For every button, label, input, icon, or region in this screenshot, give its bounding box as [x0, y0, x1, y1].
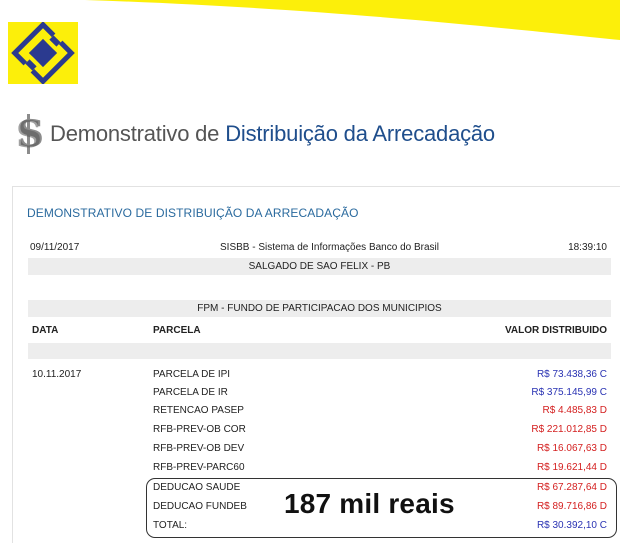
- row-label: PARCELA DE IPI: [153, 369, 231, 380]
- report-time: 18:39:10: [568, 242, 607, 253]
- row-value: R$ 375.145,99 C: [531, 387, 607, 398]
- row-value: R$ 16.067,63 D: [536, 443, 607, 454]
- row-label: RFB-PREV-OB COR: [153, 424, 246, 435]
- header-banner: [0, 0, 620, 88]
- row-label: RETENCAO PASEP: [153, 405, 244, 416]
- row-value: R$ 4.485,83 D: [542, 405, 608, 416]
- table-header: DATA PARCELA VALOR DISTRIBUIDO: [28, 325, 611, 339]
- table-row: RETENCAO PASEP R$ 4.485,83 D: [28, 405, 611, 419]
- table-row: 10.11.2017 PARCELA DE IPI R$ 73.438,36 C: [28, 369, 611, 383]
- column-header-parcela: PARCELA: [153, 325, 201, 336]
- annotation-text: 187 mil reais: [284, 488, 455, 519]
- municipality-name: SALGADO DE SAO FELIX - PB: [248, 261, 391, 272]
- page-heading: S S Demonstrativo de Distribuição da Arr…: [14, 112, 495, 156]
- fund-name: FPM - FUNDO DE PARTICIPACAO DOS MUNICIPI…: [197, 303, 442, 314]
- row-label: RFB-PREV-PARC60: [153, 462, 245, 473]
- table-row: RFB-PREV-OB COR R$ 221.012,85 D: [28, 424, 611, 438]
- report-system: SISBB - Sistema de Informações Banco do …: [220, 242, 439, 253]
- row-value: R$ 19.621,44 D: [536, 462, 607, 473]
- fund-row: FPM - FUNDO DE PARTICIPACAO DOS MUNICIPI…: [28, 300, 611, 317]
- municipality-row: SALGADO DE SAO FELIX - PB: [28, 258, 611, 275]
- row-label: RFB-PREV-OB DEV: [153, 443, 245, 454]
- page-title-prefix: Demonstrativo de: [50, 121, 220, 146]
- table-row: PARCELA DE IR R$ 375.145,99 C: [28, 387, 611, 401]
- report-meta-row: 09/11/2017 SISBB - Sistema de Informaçõe…: [28, 242, 611, 255]
- page-title: Distribuição da Arrecadação: [225, 121, 495, 146]
- row-value: R$ 221.012,85 D: [531, 424, 607, 435]
- header-yellow-swoosh: [0, 0, 620, 40]
- row-label: PARCELA DE IR: [153, 387, 228, 398]
- row-value: R$ 73.438,36 C: [536, 369, 607, 380]
- table-row: RFB-PREV-PARC60 R$ 19.621,44 D: [28, 462, 611, 476]
- svg-text:S: S: [16, 114, 42, 156]
- column-header-data: DATA: [32, 325, 59, 336]
- table-spacer-row: [28, 343, 611, 359]
- report-date: 09/11/2017: [30, 242, 80, 253]
- banco-do-brasil-logo-icon[interactable]: [8, 22, 78, 84]
- table-row: RFB-PREV-OB DEV R$ 16.067,63 D: [28, 443, 611, 457]
- row-date: 10.11.2017: [32, 369, 82, 380]
- panel-title: DEMONSTRATIVO DE DISTRIBUIÇÃO DA ARRECAD…: [27, 206, 359, 220]
- column-header-valor: VALOR DISTRIBUIDO: [504, 325, 607, 336]
- dollar-sign-icon: S S: [16, 113, 44, 156]
